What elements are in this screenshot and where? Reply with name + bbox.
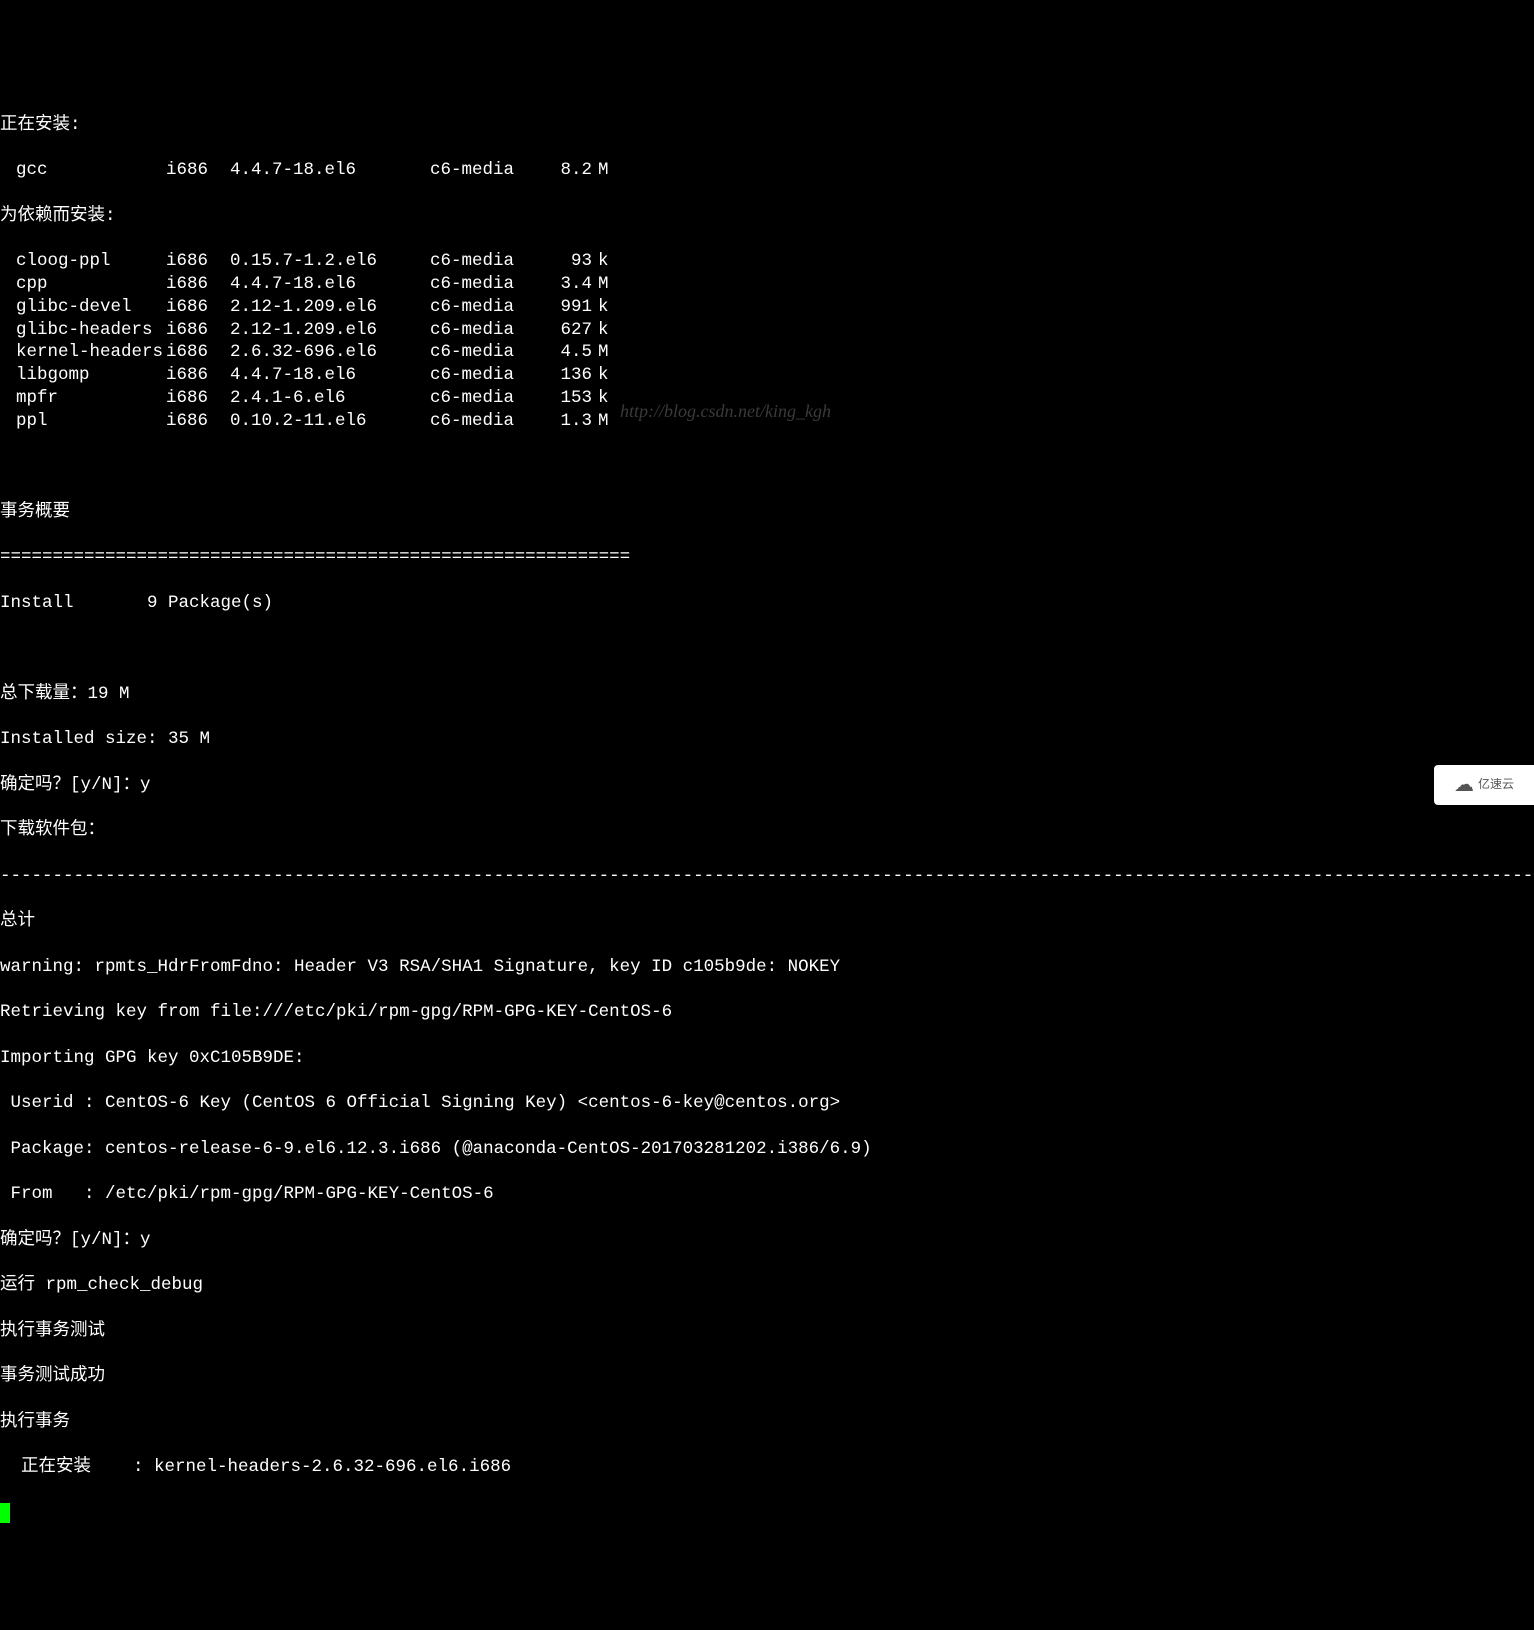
package-row: ppli6860.10.2-11.el6c6-media1.3M (0, 410, 1534, 433)
pkg-name: cpp (0, 273, 166, 296)
pkg-name: glibc-headers (0, 319, 166, 342)
pkg-arch: i686 (166, 319, 230, 342)
pkg-unit: k (592, 387, 612, 410)
pkg-ver: 2.4.1-6.el6 (230, 387, 430, 410)
pkg-unit: M (592, 341, 612, 364)
pkg-unit: M (592, 273, 612, 296)
pkg-arch: i686 (166, 387, 230, 410)
gpg-package: Package: centos-release-6-9.el6.12.3.i68… (0, 1138, 1534, 1161)
pkg-size: 4.5 (540, 341, 592, 364)
pkg-unit: k (592, 319, 612, 342)
pkg-ver: 2.12-1.209.el6 (230, 296, 430, 319)
retrieving-key: Retrieving key from file:///etc/pki/rpm-… (0, 1001, 1534, 1024)
pkg-ver: 0.10.2-11.el6 (230, 410, 430, 433)
package-row: gcci6864.4.7-18.el6c6-media8.2M (0, 159, 1534, 182)
exec-trans: 执行事务 (0, 1411, 1534, 1434)
pkg-name: ppl (0, 410, 166, 433)
pkg-ver: 4.4.7-18.el6 (230, 364, 430, 387)
pkg-name: cloog-ppl (0, 250, 166, 273)
installing-header: 正在安装: (0, 114, 1534, 137)
pkg-repo: c6-media (430, 410, 540, 433)
pkg-repo: c6-media (430, 387, 540, 410)
total-label: 总计 (0, 910, 1534, 933)
pkg-size: 3.4 (540, 273, 592, 296)
pkg-arch: i686 (166, 159, 230, 182)
pkg-arch: i686 (166, 273, 230, 296)
pkg-name: glibc-devel (0, 296, 166, 319)
pkg-repo: c6-media (430, 273, 540, 296)
deps-header: 为依赖而安装: (0, 205, 1534, 228)
pkg-arch: i686 (166, 410, 230, 433)
pkg-ver: 0.15.7-1.2.el6 (230, 250, 430, 273)
pkg-ver: 2.6.32-696.el6 (230, 341, 430, 364)
pkg-arch: i686 (166, 364, 230, 387)
package-row: glibc-develi6862.12-1.209.el6c6-media991… (0, 296, 1534, 319)
pkg-repo: c6-media (430, 341, 540, 364)
pkg-arch: i686 (166, 250, 230, 273)
pkg-size: 627 (540, 319, 592, 342)
terminal-cursor (0, 1503, 10, 1523)
pkg-size: 153 (540, 387, 592, 410)
terminal-output[interactable]: 正在安装: gcci6864.4.7-18.el6c6-media8.2M 为依… (0, 91, 1534, 1524)
pkg-unit: k (592, 296, 612, 319)
pkg-arch: i686 (166, 296, 230, 319)
package-row: kernel-headersi6862.6.32-696.el6c6-media… (0, 341, 1534, 364)
dash-separator: ----------------------------------------… (0, 865, 1534, 888)
confirm-prompt-2: 确定吗？[y/N]：y (0, 1229, 1534, 1252)
pkg-name: gcc (0, 159, 166, 182)
exec-trans-test: 执行事务测试 (0, 1320, 1534, 1343)
pkg-size: 93 (540, 250, 592, 273)
pkg-name: mpfr (0, 387, 166, 410)
package-row: libgompi6864.4.7-18.el6c6-media136k (0, 364, 1534, 387)
importing-key: Importing GPG key 0xC105B9DE: (0, 1047, 1534, 1070)
package-row: cppi6864.4.7-18.el6c6-media3.4M (0, 273, 1534, 296)
package-row: glibc-headersi6862.12-1.209.el6c6-media6… (0, 319, 1534, 342)
blank-line (0, 637, 1534, 660)
pkg-ver: 4.4.7-18.el6 (230, 159, 430, 182)
pkg-repo: c6-media (430, 364, 540, 387)
total-download: 总下载量：19 M (0, 683, 1534, 706)
pkg-name: libgomp (0, 364, 166, 387)
trans-test-success: 事务测试成功 (0, 1365, 1534, 1388)
separator: ========================================… (0, 546, 1534, 569)
pkg-repo: c6-media (430, 296, 540, 319)
gpg-from: From : /etc/pki/rpm-gpg/RPM-GPG-KEY-Cent… (0, 1183, 1534, 1206)
package-row: mpfri6862.4.1-6.el6c6-media153k (0, 387, 1534, 410)
package-row: cloog-ppli6860.15.7-1.2.el6c6-media93k (0, 250, 1534, 273)
install-count: Install 9 Package(s) (0, 592, 1534, 615)
pkg-unit: M (592, 159, 612, 182)
gpg-userid: Userid : CentOS-6 Key (CentOS 6 Official… (0, 1092, 1534, 1115)
logo-text: 亿速云 (1478, 777, 1514, 793)
pkg-size: 136 (540, 364, 592, 387)
pkg-unit: k (592, 364, 612, 387)
pkg-repo: c6-media (430, 250, 540, 273)
pkg-size: 991 (540, 296, 592, 319)
confirm-prompt: 确定吗？[y/N]：y (0, 774, 1534, 797)
pkg-unit: M (592, 410, 612, 433)
logo-badge: ☁ 亿速云 (1434, 765, 1534, 805)
downloading-label: 下载软件包： (0, 819, 1534, 842)
pkg-arch: i686 (166, 341, 230, 364)
pkg-unit: k (592, 250, 612, 273)
pkg-name: kernel-headers (0, 341, 166, 364)
cloud-icon: ☁ (1454, 772, 1474, 798)
pkg-ver: 4.4.7-18.el6 (230, 273, 430, 296)
installed-size: Installed size: 35 M (0, 728, 1534, 751)
run-rpm-check: 运行 rpm_check_debug (0, 1274, 1534, 1297)
installing-package: 正在安装 : kernel-headers-2.6.32-696.el6.i68… (0, 1456, 1534, 1479)
blank-line (0, 455, 1534, 478)
pkg-size: 1.3 (540, 410, 592, 433)
pkg-repo: c6-media (430, 319, 540, 342)
summary-title: 事务概要 (0, 501, 1534, 524)
pkg-size: 8.2 (540, 159, 592, 182)
warning-line: warning: rpmts_HdrFromFdno: Header V3 RS… (0, 956, 1534, 979)
pkg-repo: c6-media (430, 159, 540, 182)
pkg-ver: 2.12-1.209.el6 (230, 319, 430, 342)
